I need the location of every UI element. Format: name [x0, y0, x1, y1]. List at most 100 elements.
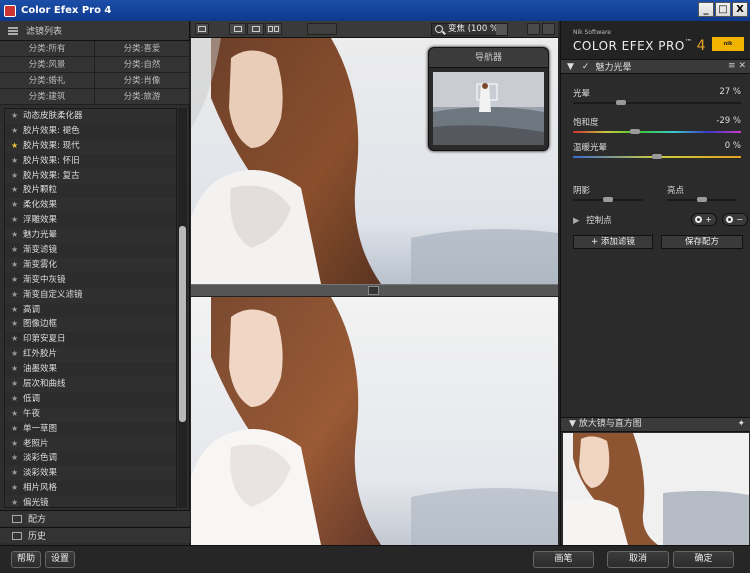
slider-track[interactable]: [573, 129, 741, 134]
maximize-button[interactable]: □: [715, 2, 731, 17]
star-icon[interactable]: ★: [11, 332, 23, 347]
pin-icon[interactable]: ✦: [737, 418, 745, 431]
slider-handle[interactable]: [629, 129, 640, 134]
add-control-point-button[interactable]: +: [691, 213, 717, 226]
filter-list-item[interactable]: ★ 图像边框: [5, 317, 176, 333]
filter-list-item[interactable]: ★ 胶片颗粒: [5, 183, 176, 198]
toggle-panel-button[interactable]: [195, 23, 209, 35]
filter-list-item[interactable]: ★ 胶片效果: 现代: [5, 138, 176, 154]
scrollbar-thumb[interactable]: [179, 226, 186, 422]
star-icon[interactable]: ★: [11, 139, 23, 154]
star-icon[interactable]: ★: [11, 243, 23, 258]
slider-track[interactable]: [573, 154, 741, 159]
active-filter-header[interactable]: ▼ ✓ 魅力光晕 ≡ ✕: [561, 59, 750, 74]
filter-list-item[interactable]: ★ 胶片效果: 复古: [5, 168, 176, 184]
recipes-button[interactable]: 配方: [0, 510, 190, 526]
filter-list-item[interactable]: ★ 渐变雾化: [5, 257, 176, 273]
brush-button[interactable]: 画笔: [533, 551, 594, 568]
slider-value[interactable]: 0 %: [725, 141, 741, 151]
upload-button[interactable]: [527, 23, 540, 35]
navigator-thumbnail[interactable]: [433, 72, 544, 145]
star-icon[interactable]: ★: [11, 258, 23, 273]
category-button[interactable]: 分类:自然: [95, 57, 190, 73]
add-filter-button[interactable]: + 添加滤镜: [573, 235, 653, 249]
split-divider[interactable]: [191, 284, 558, 297]
filter-list-item[interactable]: ★ 印第安夏日: [5, 332, 176, 347]
star-icon[interactable]: ★: [11, 317, 23, 332]
star-icon[interactable]: ★: [11, 362, 23, 377]
category-button[interactable]: 分类:喜爱: [95, 41, 190, 57]
shadows-handle[interactable]: [603, 197, 613, 202]
zoom-select[interactable]: 变焦 (100 %): [431, 23, 508, 36]
filter-list-item[interactable]: ★ 渐变中灰镜: [5, 273, 176, 288]
split-view-button[interactable]: [247, 23, 264, 35]
star-icon[interactable]: ★: [11, 288, 23, 303]
collapse-arrow-icon[interactable]: ▼: [567, 62, 574, 72]
filter-list-header[interactable]: 滤镜列表: [0, 21, 189, 41]
navigator-panel[interactable]: 导航器: [428, 47, 549, 151]
star-icon[interactable]: ★: [11, 109, 23, 124]
star-icon[interactable]: ★: [11, 377, 23, 392]
filter-list-item[interactable]: ★ 胶片效果: 怀旧: [5, 154, 176, 169]
star-icon[interactable]: ★: [11, 124, 23, 139]
collapse-arrow-icon[interactable]: ▼: [569, 419, 576, 429]
save-recipe-button[interactable]: 保存配方: [661, 235, 743, 249]
category-button[interactable]: 分类:建筑: [0, 89, 95, 105]
side-by-side-button[interactable]: [265, 23, 282, 35]
filter-list-item[interactable]: ★ 魅力光晕: [5, 228, 176, 244]
category-button[interactable]: 分类:风景: [0, 57, 95, 73]
star-icon[interactable]: ★: [11, 466, 23, 481]
slider-track[interactable]: [573, 100, 741, 105]
shadows-slider[interactable]: 阴影: [573, 184, 643, 202]
chevron-down-icon[interactable]: [496, 24, 507, 35]
star-icon[interactable]: ★: [11, 437, 23, 452]
expand-arrow-icon[interactable]: ▶: [573, 216, 580, 226]
help-button[interactable]: 帮助: [11, 551, 41, 568]
star-icon[interactable]: ★: [11, 496, 23, 507]
star-icon[interactable]: ★: [11, 481, 23, 496]
filter-list-item[interactable]: ★ 午夜: [5, 406, 176, 422]
slider-value[interactable]: 27 %: [719, 87, 741, 97]
highlights-handle[interactable]: [697, 197, 707, 202]
star-icon[interactable]: ★: [11, 407, 23, 422]
close-button[interactable]: X: [732, 2, 748, 17]
star-icon[interactable]: ★: [11, 154, 23, 169]
slider-handle[interactable]: [615, 100, 626, 105]
star-icon[interactable]: ★: [11, 347, 23, 362]
category-button[interactable]: 分类:肖像: [95, 73, 190, 89]
highlights-track[interactable]: [667, 197, 737, 202]
remove-control-point-button[interactable]: −: [722, 213, 748, 226]
preview-after[interactable]: [191, 297, 558, 545]
filter-list-item[interactable]: ★ 单一草图: [5, 422, 176, 437]
shadows-track[interactable]: [573, 197, 643, 202]
star-icon[interactable]: ★: [11, 422, 23, 437]
star-icon[interactable]: ★: [11, 303, 23, 318]
filter-list-item[interactable]: ★ 高调: [5, 303, 176, 318]
filter-menu-controls[interactable]: ≡ ✕: [728, 61, 746, 71]
star-icon[interactable]: ★: [11, 451, 23, 466]
swap-icon[interactable]: [368, 286, 379, 295]
filter-list-item[interactable]: ★ 红外胶片: [5, 347, 176, 363]
star-icon[interactable]: ★: [11, 198, 23, 213]
filter-list-item[interactable]: ★ 相片风格: [5, 481, 176, 496]
slider-value[interactable]: -29 %: [716, 116, 741, 126]
filter-list-item[interactable]: ★ 淡彩色调: [5, 451, 176, 466]
filter-list-item[interactable]: ★ 老照片: [5, 436, 176, 452]
star-icon[interactable]: ★: [11, 169, 23, 184]
filter-list-item[interactable]: ★ 浮雕效果: [5, 213, 176, 228]
star-icon[interactable]: ★: [11, 273, 23, 288]
settings-button[interactable]: 设置: [45, 551, 75, 568]
filter-list-item[interactable]: ★ 偏光镜: [5, 496, 176, 507]
filter-list-item[interactable]: ★ 层次和曲线: [5, 377, 176, 392]
star-icon[interactable]: ★: [11, 183, 23, 198]
minimize-button[interactable]: _: [698, 2, 714, 17]
filter-list-item[interactable]: ★ 低调: [5, 392, 176, 407]
filter-list-item[interactable]: ★ 动态皮肤柔化器: [5, 109, 176, 124]
compare-button[interactable]: [307, 23, 337, 35]
filter-list-item[interactable]: ★ 胶片效果: 褪色: [5, 124, 176, 139]
loupe-view[interactable]: [563, 433, 749, 545]
filter-list-item[interactable]: ★ 油墨效果: [5, 362, 176, 377]
ok-button[interactable]: 确定: [673, 551, 734, 568]
loupe-header[interactable]: ▼ 放大镜与直方图 ✦: [561, 417, 750, 432]
star-icon[interactable]: ★: [11, 392, 23, 407]
